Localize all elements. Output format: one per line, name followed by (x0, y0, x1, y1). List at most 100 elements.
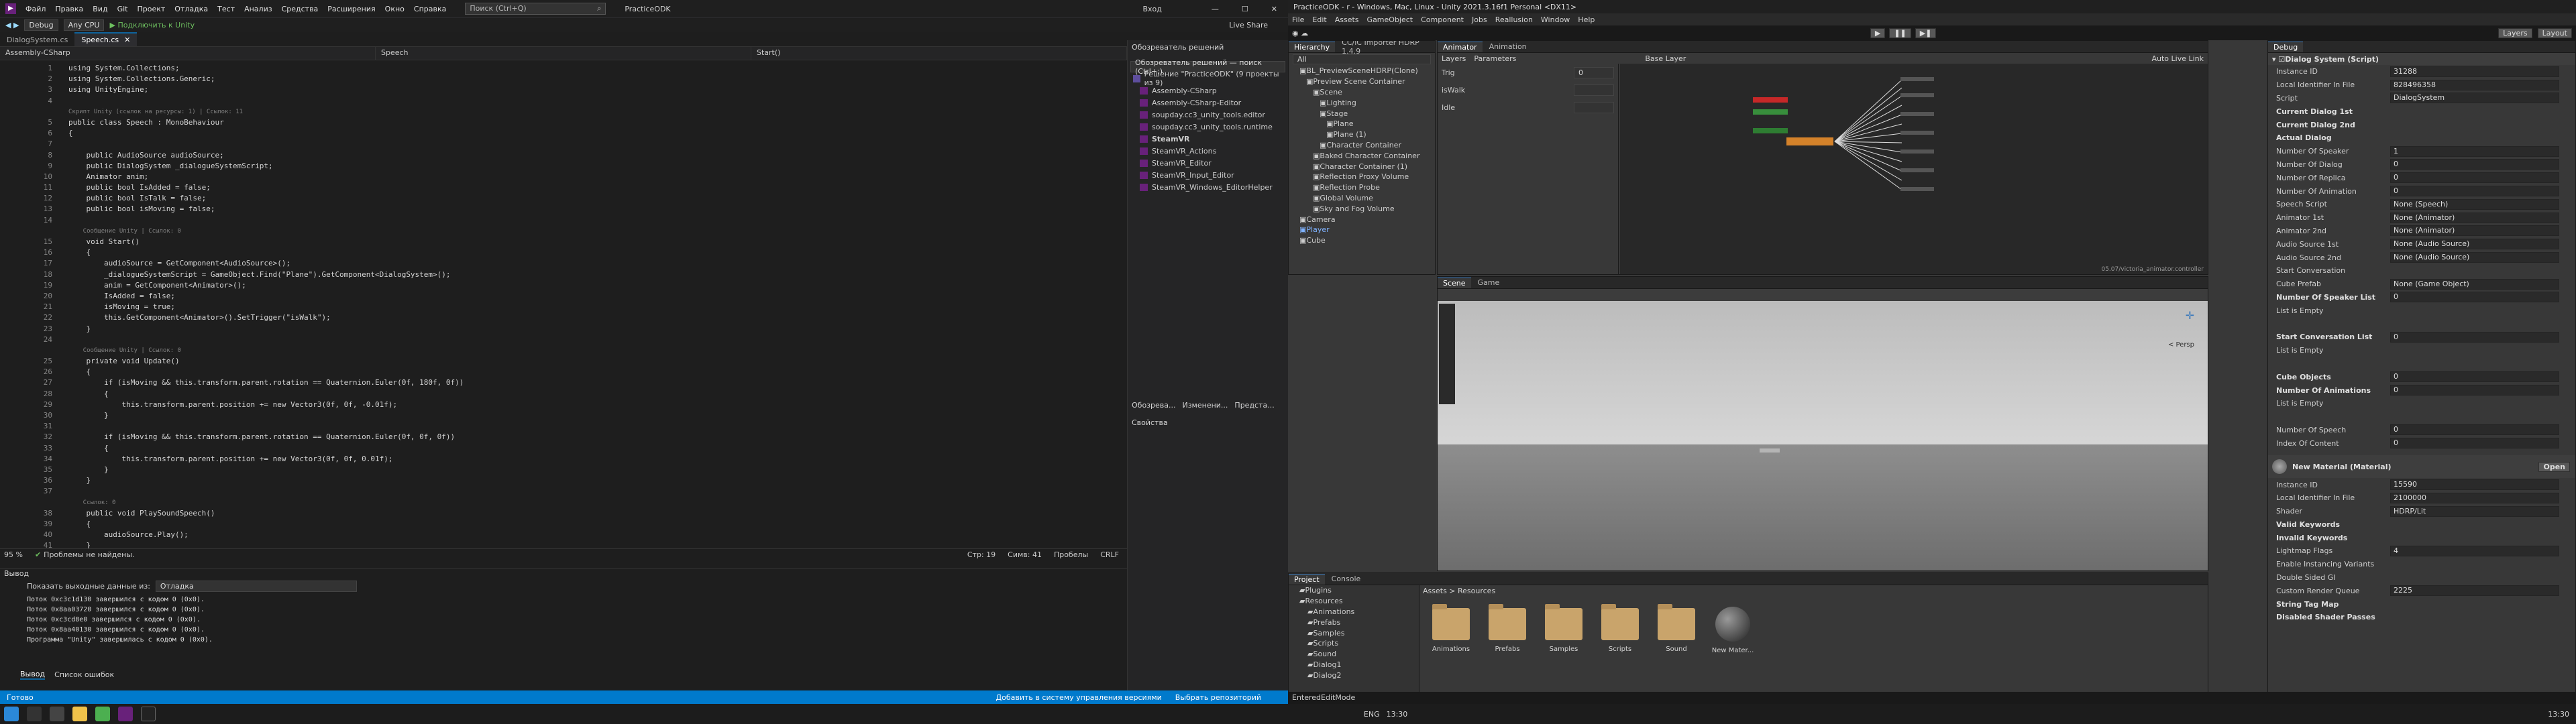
select-repository[interactable]: Выбрать репозиторий (1175, 693, 1261, 702)
tab-class-view[interactable]: Предста... (1234, 401, 1274, 410)
auto-live-link-button[interactable]: Auto Live Link (2151, 54, 2204, 63)
solution-project[interactable]: SteamVR (1128, 133, 1288, 145)
tab-project[interactable]: Project (1289, 573, 1325, 585)
state-machine-graph[interactable] (1620, 64, 2208, 275)
field-value[interactable]: 0 (2390, 424, 2559, 436)
asset-item[interactable]: Sound (1655, 604, 1698, 653)
asset-item[interactable]: New Mater... (1711, 607, 1754, 654)
hierarchy-item[interactable]: ▣ Player (1289, 225, 1435, 235)
menu-item[interactable]: Assets (1335, 15, 1359, 24)
solution-project[interactable]: SteamVR_Windows_EditorHelper (1128, 181, 1288, 193)
project-folder[interactable]: ▰ Prefabs (1289, 617, 1419, 627)
menu-item[interactable]: Файл (25, 5, 46, 13)
open-button[interactable]: Open (2538, 461, 2570, 472)
tab-git-changes[interactable]: Изменени... (1182, 401, 1228, 410)
asset-item[interactable]: Prefabs (1486, 604, 1529, 653)
menu-item[interactable]: Window (1541, 15, 1570, 24)
menu-item[interactable]: Справка (414, 5, 446, 13)
scene-sky[interactable] (1438, 301, 2208, 444)
solution-project[interactable]: SteamVR_Actions (1128, 145, 1288, 157)
tab-cc-importer[interactable]: CC/iC Importer HDRP 1.4.9 (1336, 41, 1435, 56)
component-header[interactable]: ▾ ☑ Dialog System (Script) (2268, 53, 2575, 65)
state-node[interactable] (1753, 109, 1788, 115)
hierarchy-item[interactable]: ▣ Plane (1) (1289, 129, 1435, 140)
hierarchy-item[interactable]: ▣ Global Volume (1289, 193, 1435, 204)
menu-item[interactable]: Вид (93, 5, 107, 13)
asset-item[interactable]: Samples (1542, 604, 1585, 653)
menu-item[interactable]: Анализ (244, 5, 272, 13)
step-button[interactable]: ▶❚ (1915, 27, 1937, 38)
search-icon[interactable] (27, 707, 42, 721)
scene-ground[interactable] (1438, 444, 2208, 570)
hierarchy-item[interactable]: ▣ Preview Scene Container (1289, 76, 1435, 87)
material-header[interactable]: New Material (Material) Open (2268, 455, 2575, 479)
scene-gizmo[interactable]: ✛ (2186, 309, 2194, 322)
project-folder[interactable]: ▰ Dialog2 (1289, 670, 1419, 680)
solution-root[interactable]: Решение "PracticeODK" (9 проекты из 9) (1128, 70, 1288, 87)
nav-project[interactable]: Assembly-CSharp (0, 47, 376, 60)
config-combo[interactable]: Debug (24, 19, 58, 31)
tab-console[interactable]: Console (1326, 574, 1366, 584)
menu-item[interactable]: Правка (55, 5, 83, 13)
live-share-button[interactable]: Live Share (1229, 21, 1268, 29)
field-value[interactable]: 0 (2390, 385, 2559, 396)
tab-scene[interactable]: Scene (1438, 277, 1471, 288)
hierarchy-item[interactable]: ▣ Scene (1289, 87, 1435, 98)
solution-project[interactable]: soupday.cc3_unity_tools.editor (1128, 109, 1288, 121)
tab-animation[interactable]: Animation (1484, 42, 1532, 52)
explorer-icon[interactable] (72, 707, 87, 721)
hierarchy-item[interactable]: ▣ Reflection Proxy Volume (1289, 172, 1435, 182)
project-folder[interactable]: ▰ Animations (1289, 607, 1419, 617)
menu-item[interactable]: Reallusion (1495, 15, 1533, 24)
parameter-row[interactable]: isWalk (1438, 81, 1618, 99)
spaces-indicator[interactable]: Пробелы (1054, 550, 1088, 559)
field-value[interactable]: None (Speech) (2390, 198, 2559, 210)
tab-debug[interactable]: Debug (2268, 41, 2304, 52)
output-source-combo[interactable]: Отладка (155, 580, 357, 592)
nav-member[interactable]: Start() (751, 47, 1127, 60)
hierarchy-item[interactable]: ▣ Stage (1289, 108, 1435, 119)
field-value[interactable]: 0 (2390, 172, 2559, 184)
field-value[interactable]: 4 (2390, 545, 2559, 556)
tab-animator[interactable]: Animator (1438, 41, 1483, 52)
layers-dropdown[interactable]: Layers (2498, 27, 2532, 38)
field-value[interactable]: 31288 (2390, 66, 2559, 77)
tab-output[interactable]: Вывод (20, 670, 46, 680)
field-value[interactable]: HDRP/Lit (2390, 505, 2559, 517)
solution-project[interactable]: Assembly-CSharp-Editor (1128, 97, 1288, 109)
tab-layers[interactable]: Layers (1442, 54, 1466, 63)
menu-item[interactable]: Расширения (327, 5, 375, 13)
vs-search-box[interactable]: Поиск (Ctrl+Q) ⌕ (465, 3, 606, 15)
tab-solution-explorer[interactable]: Обозрева... (1132, 401, 1175, 410)
hierarchy-item[interactable]: ▣ Lighting (1289, 97, 1435, 108)
parameter-row[interactable]: Idle (1438, 99, 1618, 116)
state-node[interactable] (1753, 97, 1788, 103)
field-value[interactable]: 1 (2390, 145, 2559, 157)
tab-hierarchy[interactable]: Hierarchy (1289, 41, 1336, 52)
solution-project[interactable]: soupday.cc3_unity_tools.runtime (1128, 121, 1288, 133)
tab-dialogsystem[interactable]: DialogSystem.cs (0, 34, 74, 46)
field-value[interactable]: DialogSystem (2390, 93, 2559, 104)
hierarchy-item[interactable]: ▣ Plane (1289, 119, 1435, 129)
project-folder[interactable]: ▰ Samples (1289, 627, 1419, 638)
menu-item[interactable]: GameObject (1367, 15, 1413, 24)
field-value[interactable]: 0 (2390, 371, 2559, 383)
tab-game[interactable]: Game (1472, 278, 1505, 288)
field-value[interactable]: 15590 (2390, 479, 2559, 490)
language-indicator[interactable]: ENG (1364, 710, 1380, 719)
hierarchy-item[interactable]: ▣ Character Container (1) (1289, 161, 1435, 172)
zoom-level[interactable]: 95 % (4, 550, 23, 559)
parameter-value[interactable]: 0 (1574, 66, 1614, 78)
platform-combo[interactable]: Any CPU (63, 19, 105, 31)
field-value[interactable]: 2225 (2390, 585, 2559, 597)
unity-icon[interactable] (141, 707, 156, 721)
visual-studio-icon[interactable] (118, 707, 133, 721)
start-icon[interactable] (4, 707, 19, 721)
code-editor[interactable]: 1 using System.Collections; 2 using System.… (20, 63, 1120, 548)
pause-button[interactable]: ❚❚ (1889, 27, 1911, 38)
maximize-icon[interactable]: ☐ (1242, 5, 1248, 13)
menu-item[interactable]: Средства (282, 5, 319, 13)
solution-project[interactable]: SteamVR_Input_Editor (1128, 169, 1288, 181)
add-to-source-control[interactable]: Добавить в систему управления версиями (996, 693, 1162, 702)
project-folder[interactable]: ▰ Resources (1289, 596, 1419, 607)
